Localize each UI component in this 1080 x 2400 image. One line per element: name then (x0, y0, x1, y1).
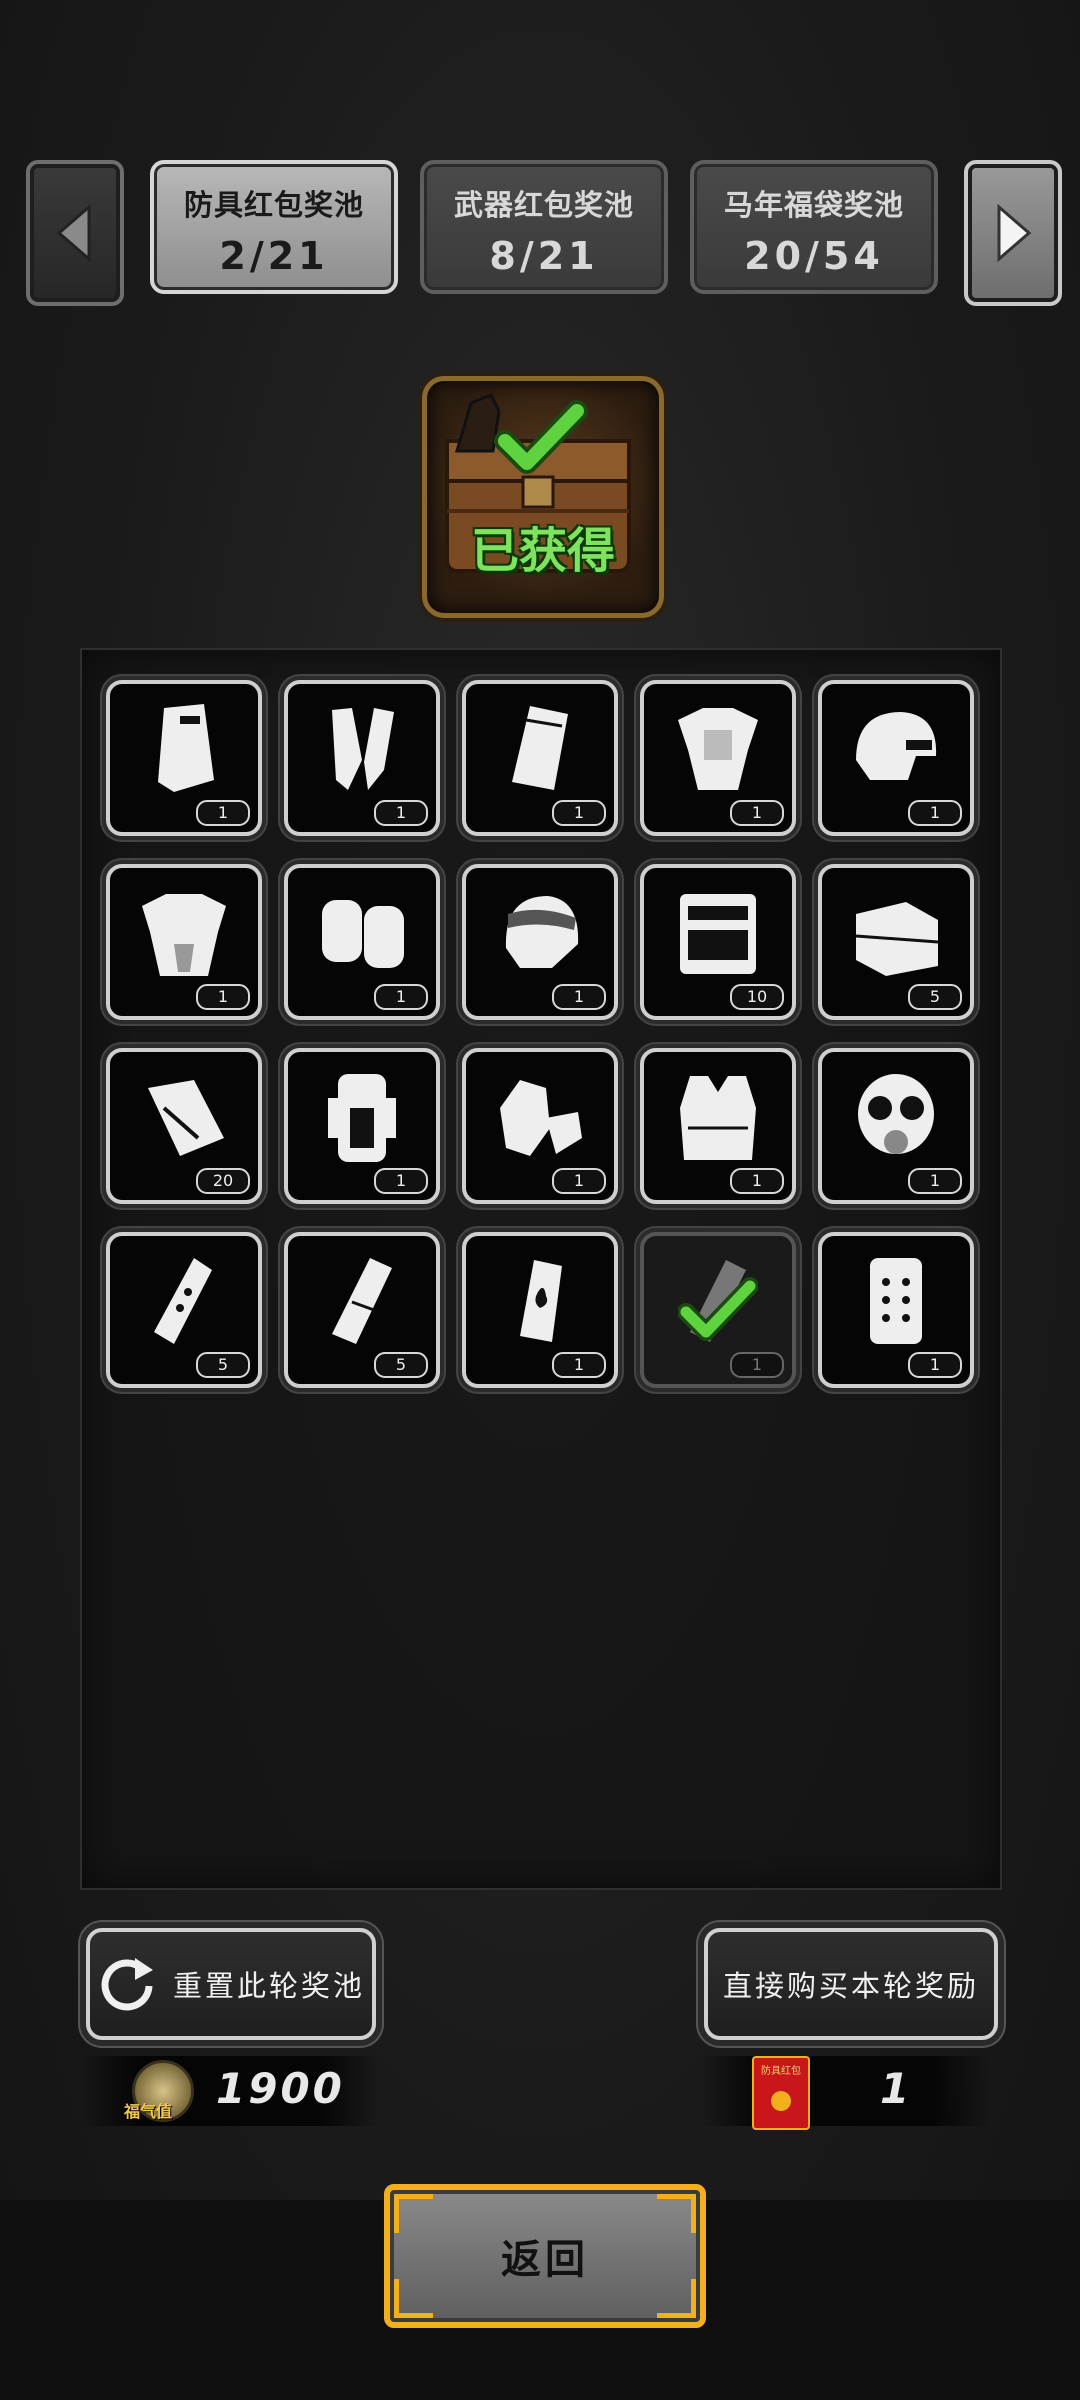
flashbang-icon (154, 1258, 212, 1344)
luck-value: 1900 (216, 2064, 345, 2113)
reward-item[interactable]: 1 (462, 1232, 618, 1388)
envelope-badge: 防具红包 (761, 2066, 801, 2077)
item-quantity: 20 (196, 1168, 250, 1194)
reward-item[interactable]: 20 (106, 1048, 262, 1204)
item-quantity: 1 (552, 1352, 606, 1378)
reward-item[interactable]: 1 (106, 864, 262, 1020)
item-quantity: 1 (374, 984, 428, 1010)
envelope-seal-icon (771, 2091, 791, 2111)
reward-item-claimed[interactable]: 1 (640, 1232, 796, 1388)
tab-horse-year-pool[interactable]: 马年福袋奖池 20/54 (690, 160, 938, 294)
tab-title: 马年福袋奖池 (723, 188, 904, 222)
tab-count: 20/54 (744, 234, 884, 278)
reward-item[interactable]: 1 (818, 680, 974, 836)
tab-armor-pool[interactable]: 防具红包奖池 2/21 (150, 160, 398, 294)
tool-case-icon (680, 894, 756, 974)
item-quantity: 1 (908, 800, 962, 826)
reward-item[interactable]: 1 (640, 1048, 796, 1204)
back-button[interactable]: 返回 (384, 2184, 706, 2328)
envelope-currency: 防具红包 1 (700, 2056, 990, 2130)
armor-plate-icon (512, 706, 568, 790)
back-label: 返回 (501, 2237, 589, 2283)
reward-item[interactable]: 1 (818, 1232, 974, 1388)
item-quantity: 1 (730, 1352, 784, 1378)
arm-guards-icon (332, 708, 394, 790)
reward-item[interactable]: 10 (640, 864, 796, 1020)
corner-ornament (394, 2279, 433, 2318)
reward-item[interactable]: 1 (818, 1048, 974, 1204)
reward-item[interactable]: 5 (106, 1232, 262, 1388)
heavy-armor-icon (142, 894, 226, 976)
item-quantity: 5 (908, 984, 962, 1010)
check-icon (678, 1277, 758, 1341)
item-quantity: 5 (374, 1352, 428, 1378)
reward-item[interactable]: 5 (818, 864, 974, 1020)
item-quantity: 1 (730, 1168, 784, 1194)
tab-title: 武器红包奖池 (453, 188, 634, 222)
tab-title: 防具红包奖池 (183, 188, 364, 222)
reward-item[interactable]: 1 (284, 680, 440, 836)
item-quantity: 1 (196, 800, 250, 826)
item-quantity: 1 (374, 1168, 428, 1194)
knee-pads-icon (322, 900, 404, 968)
corner-ornament (657, 2194, 696, 2233)
luck-badge: 福气值 (124, 2102, 173, 2121)
refresh-icon (101, 1958, 153, 2011)
item-quantity: 1 (196, 984, 250, 1010)
next-pool-button[interactable] (964, 160, 1062, 306)
obtained-label: 已获得 (470, 523, 615, 579)
reset-pool-label: 重置此轮奖池 (172, 1969, 365, 2003)
tab-count: 8/21 (489, 234, 599, 278)
item-quantity: 1 (730, 800, 784, 826)
shoulder-armor-icon (678, 708, 758, 790)
incendiary-grenade-icon (520, 1260, 562, 1342)
item-quantity: 1 (908, 1352, 962, 1378)
reward-item[interactable]: 1 (640, 680, 796, 836)
backpack-icon (328, 1074, 396, 1162)
buy-rewards-label: 直接购买本轮奖励 (722, 1969, 979, 2003)
triangle-right-icon (997, 203, 1032, 263)
reward-item[interactable]: 1 (284, 864, 440, 1020)
reward-item[interactable]: 1 (284, 1048, 440, 1204)
toolbox-icon (855, 902, 939, 976)
ballistic-shield-icon (870, 1258, 922, 1344)
gas-mask-icon (858, 1074, 934, 1154)
envelope-value: 1 (880, 2064, 913, 2113)
prev-pool-button[interactable] (26, 160, 124, 306)
smoke-grenade-icon (332, 1258, 392, 1344)
item-quantity: 1 (552, 984, 606, 1010)
tab-count: 2/21 (219, 234, 329, 278)
item-quantity: 1 (908, 1168, 962, 1194)
reward-item[interactable]: 1 (106, 680, 262, 836)
reward-item[interactable]: 1 (462, 1048, 618, 1204)
tab-weapon-pool[interactable]: 武器红包奖池 8/21 (420, 160, 668, 294)
item-quantity: 10 (730, 984, 784, 1010)
triangle-left-icon (56, 203, 91, 263)
repair-kit-icon (148, 1080, 224, 1156)
luck-currency: 福气值 1900 (80, 2056, 380, 2126)
item-quantity: 1 (552, 800, 606, 826)
reset-pool-button[interactable]: 重置此轮奖池 (86, 1928, 376, 2040)
tactical-helmet-icon (856, 712, 937, 780)
buy-rewards-button[interactable]: 直接购买本轮奖励 (704, 1928, 998, 2040)
item-quantity: 1 (374, 800, 428, 826)
red-envelope-icon: 防具红包 (752, 2056, 810, 2130)
reward-item[interactable]: 1 (462, 680, 618, 836)
gloves-icon (500, 1080, 582, 1156)
vest-icon (680, 1076, 756, 1160)
item-quantity: 5 (196, 1352, 250, 1378)
corner-ornament (394, 2194, 433, 2233)
status-chest: 已获得 (422, 376, 664, 618)
corner-ornament (657, 2279, 696, 2318)
item-quantity: 1 (552, 1168, 606, 1194)
riot-shield-icon (158, 704, 214, 792)
visor-helmet-icon (505, 896, 579, 968)
reward-item[interactable]: 5 (284, 1232, 440, 1388)
reward-item[interactable]: 1 (462, 864, 618, 1020)
